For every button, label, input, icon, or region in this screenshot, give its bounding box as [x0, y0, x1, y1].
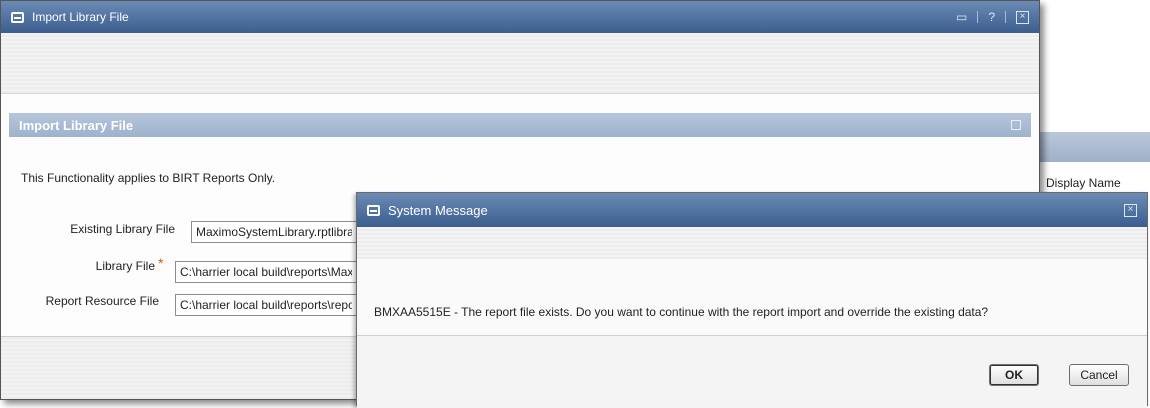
background-section-header — [1040, 132, 1150, 162]
system-message-titlebar[interactable]: System Message × — [357, 193, 1147, 227]
message-footer: OK Cancel — [357, 335, 1147, 408]
display-name-column-header[interactable]: Display Name — [1046, 176, 1121, 190]
cancel-button[interactable]: Cancel — [1069, 364, 1129, 386]
separator — [977, 11, 979, 23]
system-message-dialog: System Message × BMXAA5515E - The report… — [356, 192, 1148, 408]
dialog-icon — [11, 11, 24, 23]
message-text: BMXAA5515E - The report file exists. Do … — [374, 305, 989, 319]
help-icon[interactable]: ? — [988, 10, 995, 24]
import-dialog-titlebar[interactable]: Import Library File ▭ ? × — [1, 1, 1039, 33]
existing-library-label: Existing Library File — [70, 222, 175, 236]
close-icon[interactable]: × — [1016, 10, 1029, 24]
required-indicator: * — [158, 255, 164, 271]
system-message-title: System Message — [388, 202, 488, 218]
minimize-icon[interactable]: ▭ — [956, 10, 967, 24]
dialog-toolbar-strip — [1, 33, 1039, 94]
intro-text: This Functionality applies to BIRT Repor… — [21, 171, 276, 185]
message-icon — [367, 204, 380, 216]
library-file-input[interactable] — [175, 261, 357, 283]
separator — [1005, 11, 1006, 23]
library-file-label: Library File — [95, 259, 155, 273]
report-resource-input[interactable] — [175, 294, 357, 316]
close-icon[interactable]: × — [1124, 203, 1137, 217]
import-dialog-title: Import Library File — [32, 10, 129, 24]
collapse-icon[interactable] — [1011, 120, 1021, 130]
ok-button[interactable]: OK — [989, 364, 1039, 386]
section-title: Import Library File — [19, 117, 134, 133]
report-resource-label: Report Resource File — [45, 294, 159, 308]
section-header: Import Library File — [9, 113, 1031, 137]
message-toolbar-strip — [357, 227, 1147, 259]
existing-library-field[interactable] — [191, 221, 357, 243]
